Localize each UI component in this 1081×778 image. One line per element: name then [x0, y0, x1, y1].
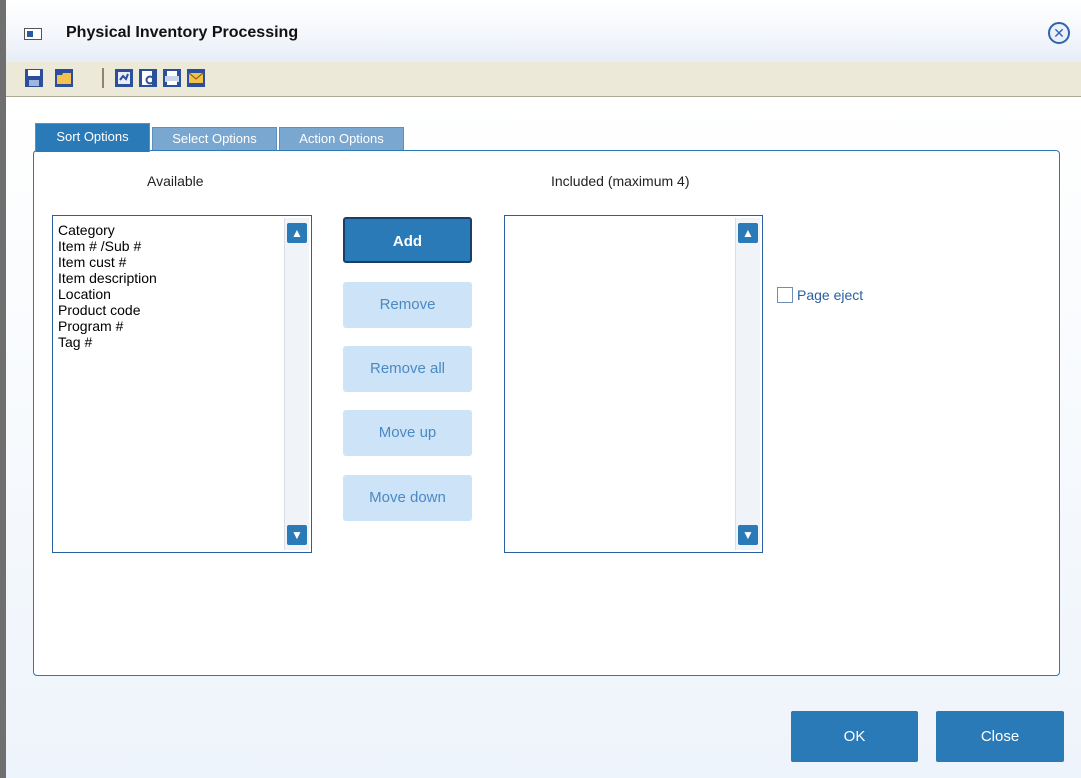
included-scrollbar[interactable]: ▲ ▼	[735, 218, 760, 550]
chevron-up-icon[interactable]: ▲	[287, 223, 307, 243]
close-button[interactable]: Close	[936, 711, 1064, 762]
list-item[interactable]: Product code	[53, 302, 311, 318]
report-icon[interactable]	[114, 68, 134, 88]
list-item[interactable]: Item description	[53, 270, 311, 286]
list-item[interactable]: Program #	[53, 318, 311, 334]
window-title: Physical Inventory Processing	[66, 24, 299, 41]
chevron-up-icon[interactable]: ▲	[738, 223, 758, 243]
included-list[interactable]: ▲ ▼	[504, 215, 763, 553]
available-header: Available	[147, 173, 204, 189]
list-item[interactable]: Item cust #	[53, 254, 311, 270]
title-bar: Physical Inventory Processing ✕	[6, 0, 1081, 62]
tab-action-options[interactable]: Action Options	[279, 127, 404, 151]
available-scrollbar[interactable]: ▲ ▼	[284, 218, 309, 550]
tab-select-options[interactable]: Select Options	[152, 127, 277, 151]
print-preview-icon[interactable]	[138, 68, 158, 88]
move-up-button[interactable]: Move up	[343, 410, 472, 456]
ok-button[interactable]: OK	[791, 711, 918, 762]
list-item[interactable]: Tag #	[53, 334, 311, 350]
remove-button[interactable]: Remove	[343, 282, 472, 328]
add-button[interactable]: Add	[343, 217, 472, 263]
available-list[interactable]: Category Item # /Sub # Item cust # Item …	[52, 215, 312, 553]
print-icon[interactable]	[162, 68, 182, 88]
tab-sort-options[interactable]: Sort Options	[35, 123, 150, 152]
included-header: Included (maximum 4)	[551, 173, 690, 189]
page-eject-checkbox[interactable]	[777, 287, 793, 303]
open-folder-icon[interactable]	[54, 68, 74, 88]
chevron-down-icon[interactable]: ▼	[738, 525, 758, 545]
move-down-button[interactable]: Move down	[343, 475, 472, 521]
window-icon	[24, 28, 42, 40]
close-circle-icon[interactable]: ✕	[1048, 22, 1070, 44]
list-item[interactable]: Location	[53, 286, 311, 302]
available-list-items: Category Item # /Sub # Item cust # Item …	[53, 216, 311, 350]
toolbar	[6, 62, 1081, 97]
list-item[interactable]: Category	[53, 222, 311, 238]
page-eject-label: Page eject	[797, 287, 864, 303]
email-icon[interactable]	[186, 68, 206, 88]
save-icon[interactable]	[24, 68, 44, 88]
list-item[interactable]: Item # /Sub #	[53, 238, 311, 254]
toolbar-separator	[102, 68, 104, 88]
remove-all-button[interactable]: Remove all	[343, 346, 472, 392]
chevron-down-icon[interactable]: ▼	[287, 525, 307, 545]
